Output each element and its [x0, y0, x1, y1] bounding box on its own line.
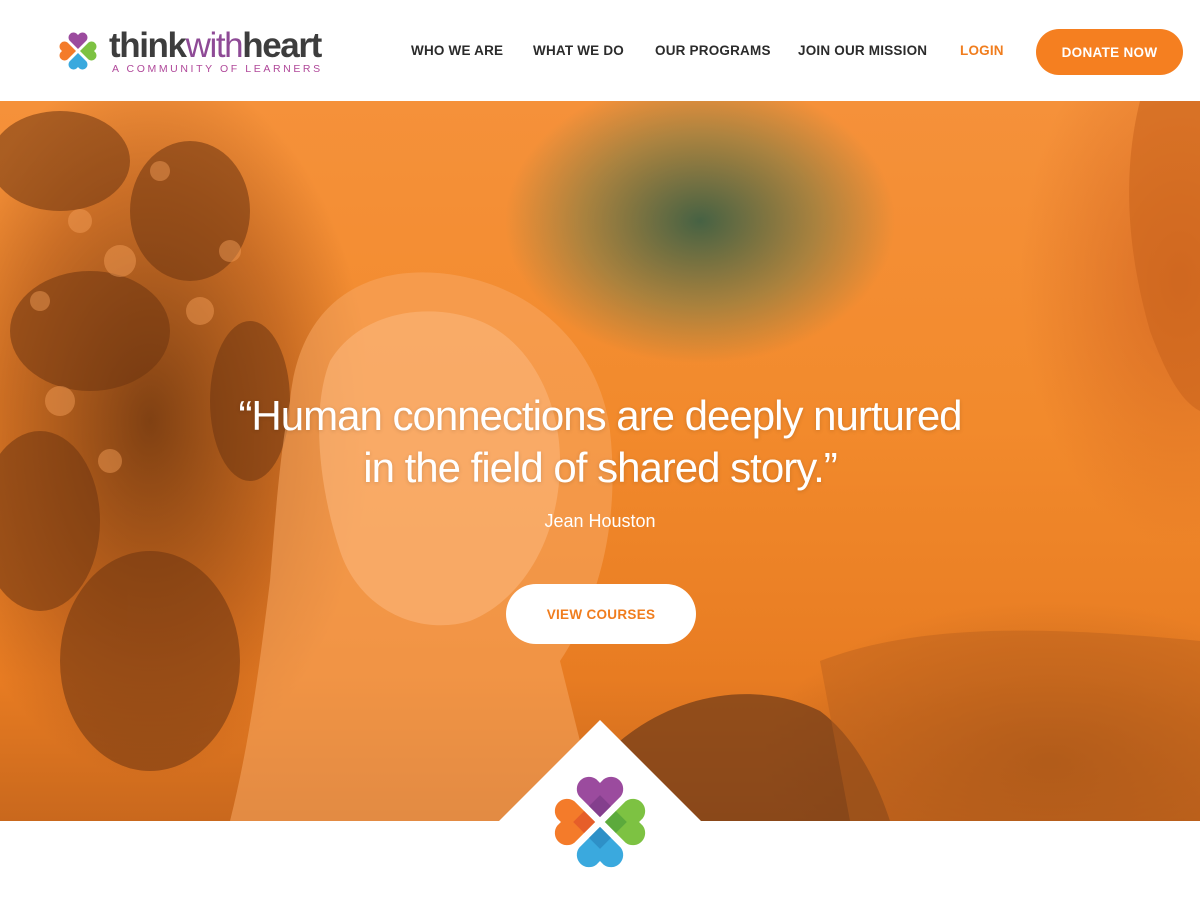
- hero-quote-author: Jean Houston: [544, 511, 656, 531]
- view-courses-button[interactable]: VIEW COURSES: [506, 584, 696, 644]
- logo-tagline: A COMMUNITY OF LEARNERS: [112, 63, 323, 75]
- heart-cross-emblem-icon: [554, 776, 646, 868]
- hero-quote-line-2: in the field of shared story.”: [363, 444, 837, 491]
- nav-join-our-mission[interactable]: JOIN OUR MISSION: [798, 43, 927, 58]
- hero-quote: “Human connections are deeply nurtured i…: [150, 390, 1050, 494]
- donate-now-button[interactable]: DONATE NOW: [1036, 29, 1183, 75]
- site-header: thinkwithheart A COMMUNITY OF LEARNERS W…: [0, 0, 1200, 101]
- nav-login-link[interactable]: LOGIN: [960, 43, 1004, 58]
- main-nav: WHO WE ARE WHAT WE DO OUR PROGRAMS JOIN …: [0, 43, 1200, 63]
- nav-who-we-are[interactable]: WHO WE ARE: [411, 43, 503, 58]
- hero-banner: “Human connections are deeply nurtured i…: [0, 101, 1200, 821]
- nav-what-we-do[interactable]: WHAT WE DO: [533, 43, 624, 58]
- nav-our-programs[interactable]: OUR PROGRAMS: [655, 43, 771, 58]
- hero-quote-line-1: “Human connections are deeply nurtured: [238, 392, 962, 439]
